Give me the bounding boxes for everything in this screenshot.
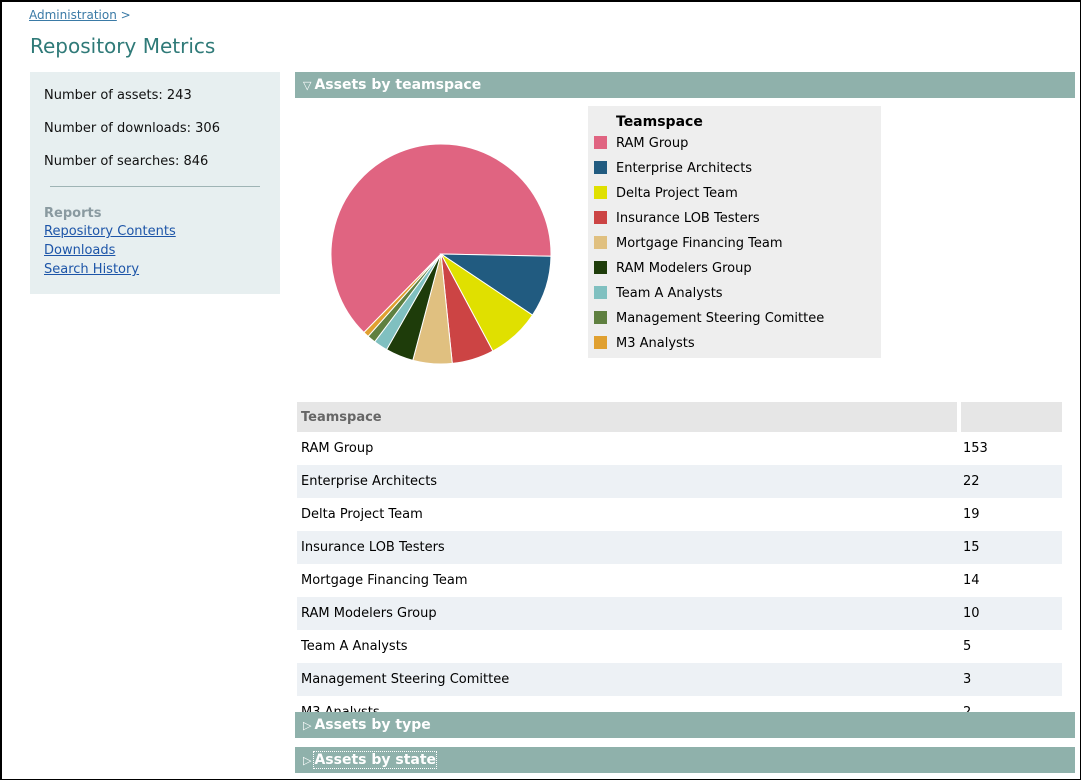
legend-item: Delta Project Team <box>594 184 738 204</box>
legend-swatch <box>594 211 607 224</box>
asset-count-cell: 15 <box>959 531 1062 564</box>
legend-item: Enterprise Architects <box>594 159 752 179</box>
legend-label: Enterprise Architects <box>616 161 753 176</box>
teamspace-name-cell: Delta Project Team <box>301 507 423 522</box>
legend-label: Delta Project Team <box>616 186 738 201</box>
sidebar: Number of assets: 243 Number of download… <box>30 72 280 294</box>
legend-item: Insurance LOB Testers <box>594 209 760 229</box>
asset-count-cell: 153 <box>963 441 988 456</box>
legend-swatch <box>594 236 607 249</box>
asset-count-cell: 14 <box>963 573 980 588</box>
breadcrumb-administration-link[interactable]: Administration <box>29 8 117 22</box>
repository-contents-link[interactable]: Repository Contents <box>44 224 176 239</box>
legend-swatch <box>594 261 607 274</box>
searches-count: Number of searches: 846 <box>44 154 209 169</box>
table-row: Management Steering Comittee 3 <box>297 663 1062 696</box>
legend-label: Management Steering Comittee <box>616 311 825 326</box>
sidebar-divider <box>50 186 260 187</box>
legend-label: Team A Analysts <box>616 286 723 301</box>
legend-item: Mortgage Financing Team <box>594 234 783 254</box>
legend-swatch <box>594 136 607 149</box>
teamspace-name-cell: RAM Modelers Group <box>297 597 959 630</box>
asset-count-cell: 22 <box>959 465 1062 498</box>
legend-item: RAM Group <box>594 134 688 154</box>
section-title: Assets by type <box>314 717 431 733</box>
reports-heading: Reports <box>44 206 102 221</box>
legend-swatch <box>594 336 607 349</box>
expand-triangle-icon: ▷ <box>303 754 312 767</box>
asset-count-cell: 3 <box>959 663 1062 696</box>
downloads-count: Number of downloads: 306 <box>44 121 220 136</box>
section-assets-by-teamspace[interactable]: ▽ Assets by teamspace <box>295 72 1075 98</box>
legend-swatch <box>594 186 607 199</box>
breadcrumb: Administration > <box>29 8 131 22</box>
legend-swatch <box>594 311 607 324</box>
table-row: Team A Analysts 5 <box>297 630 1062 663</box>
section-title: Assets by teamspace <box>314 77 482 93</box>
teamspace-pie-chart <box>330 143 552 365</box>
teamspace-name-cell: Management Steering Comittee <box>297 663 959 696</box>
table-row: Enterprise Architects 22 <box>297 465 1062 498</box>
asset-count-cell: 5 <box>963 639 972 654</box>
legend-label: RAM Modelers Group <box>616 261 752 276</box>
teamspace-name-cell: RAM Group <box>301 441 374 456</box>
legend-item: M3 Analysts <box>594 334 695 354</box>
section-assets-by-state[interactable]: ▷ Assets by state <box>295 747 1075 773</box>
asset-count-cell: 10 <box>959 597 1062 630</box>
table-row: RAM Group 153 <box>297 432 1062 465</box>
legend-item: RAM Modelers Group <box>594 259 752 279</box>
legend-title: Teamspace <box>616 114 703 130</box>
legend-label: RAM Group <box>616 136 689 151</box>
expand-triangle-icon: ▷ <box>303 719 312 732</box>
teamspace-name-cell: Mortgage Financing Team <box>301 573 468 588</box>
count-column-header <box>957 402 1062 432</box>
table-row: Insurance LOB Testers 15 <box>297 531 1062 564</box>
table-row: Mortgage Financing Team 14 <box>297 564 1062 597</box>
teamspace-name-cell: Team A Analysts <box>301 639 408 654</box>
collapse-triangle-icon: ▽ <box>303 79 312 92</box>
teamspace-table: Teamspace RAM Group 153 Enterprise Archite… <box>297 402 1062 729</box>
breadcrumb-separator: > <box>120 8 131 22</box>
section-title: Assets by state <box>313 751 438 769</box>
assets-count: Number of assets: 243 <box>44 88 192 103</box>
search-history-link[interactable]: Search History <box>44 262 139 277</box>
legend-label: Insurance LOB Testers <box>616 211 760 226</box>
legend-label: M3 Analysts <box>616 336 695 351</box>
table-row: RAM Modelers Group 10 <box>297 597 1062 630</box>
page-title: Repository Metrics <box>30 34 216 58</box>
table-row: Delta Project Team 19 <box>297 498 1062 531</box>
legend-item: Management Steering Comittee <box>594 309 824 329</box>
legend-swatch <box>594 286 607 299</box>
teamspace-name-cell: Insurance LOB Testers <box>297 531 959 564</box>
legend-item: Team A Analysts <box>594 284 723 304</box>
legend-label: Mortgage Financing Team <box>616 236 783 251</box>
downloads-link[interactable]: Downloads <box>44 243 115 258</box>
section-assets-by-type[interactable]: ▷ Assets by type <box>295 712 1075 738</box>
teamspace-name-cell: Enterprise Architects <box>297 465 959 498</box>
asset-count-cell: 19 <box>963 507 980 522</box>
chart-legend: Teamspace RAM Group Enterprise Architects… <box>588 106 881 358</box>
legend-swatch <box>594 161 607 174</box>
teamspace-column-header: Teamspace <box>297 402 959 432</box>
